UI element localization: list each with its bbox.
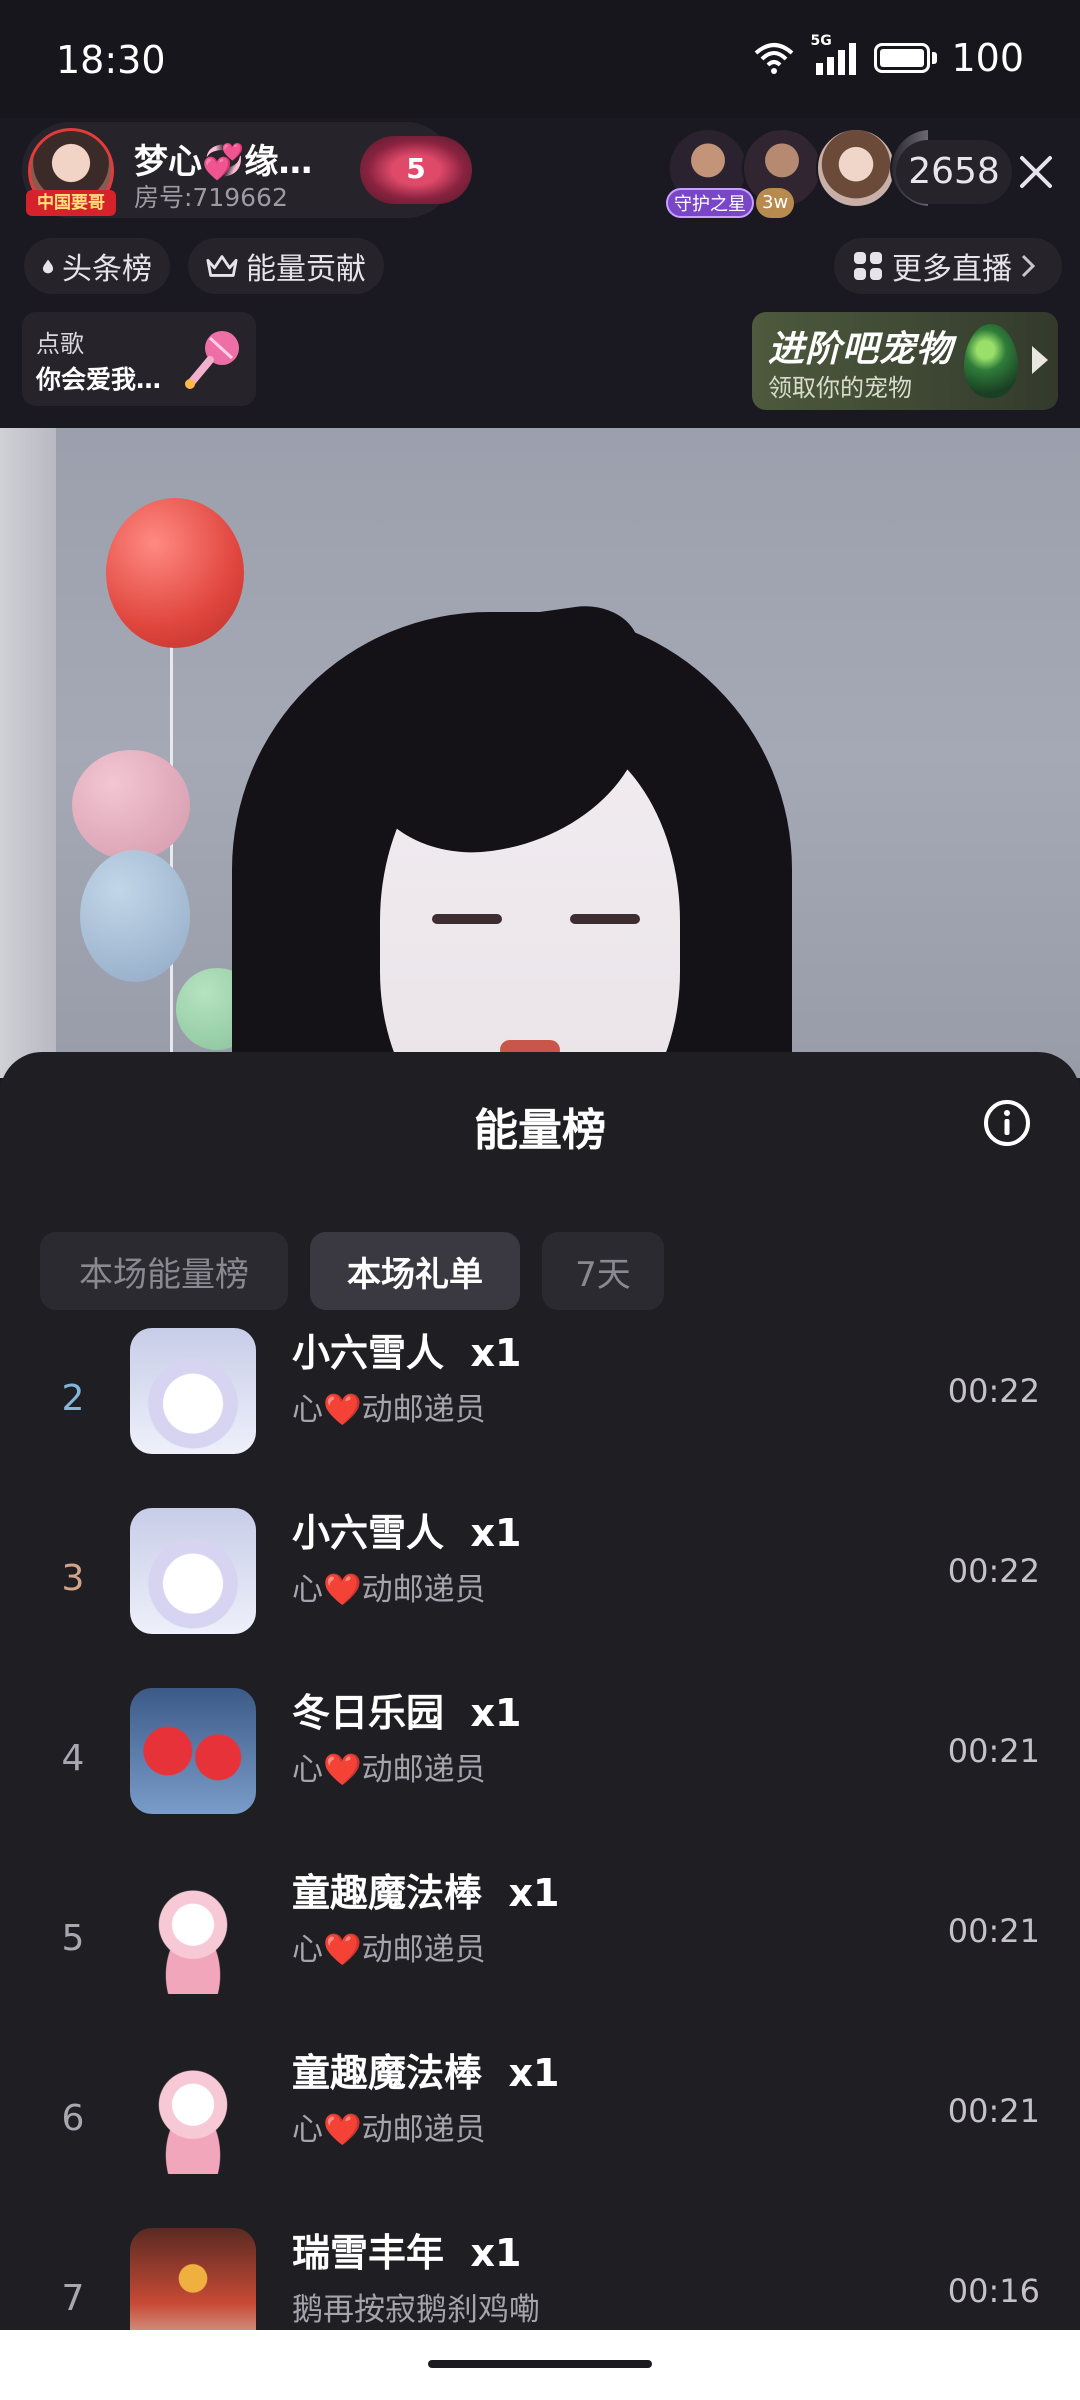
board-tabs: 本场能量榜 本场礼单 7天 bbox=[40, 1232, 664, 1310]
rank-number: 3 bbox=[61, 1558, 85, 1599]
rank-number: 6 bbox=[61, 2098, 85, 2139]
info-icon[interactable] bbox=[982, 1098, 1032, 1148]
battery-level: 100 bbox=[951, 36, 1024, 80]
signal-icon: 5G bbox=[810, 33, 860, 75]
balloon-image bbox=[106, 498, 244, 648]
gift-sender: 心❤️动邮递员 bbox=[292, 1752, 486, 1788]
gift-time: 00:16 bbox=[947, 2272, 1040, 2310]
list-item[interactable]: 4 冬日乐园 x1 心❤️动邮递员 00:21 bbox=[0, 1688, 1080, 1868]
gift-quantity: x1 bbox=[470, 1691, 522, 1735]
fan-level-badge[interactable]: 5 bbox=[360, 136, 472, 204]
gift-name: 瑞雪丰年 x1 bbox=[292, 2231, 522, 2275]
tab-session-energy[interactable]: 本场能量榜 bbox=[40, 1232, 288, 1310]
headline-board-label: 头条榜 bbox=[62, 252, 152, 287]
gift-quantity: x1 bbox=[508, 2051, 560, 2095]
grid-icon bbox=[854, 252, 882, 280]
list-item[interactable]: 5 童趣魔法棒 x1 心❤️动邮递员 00:21 bbox=[0, 1868, 1080, 2048]
status-bar: 18:30 5G 100 bbox=[0, 0, 1080, 118]
pet-promo-card[interactable]: 进阶吧宠物 领取你的宠物 bbox=[752, 312, 1058, 410]
sheet-title: 能量榜 bbox=[474, 1105, 606, 1156]
song-title: 你会爱我… bbox=[36, 365, 162, 394]
flame-icon bbox=[42, 259, 54, 274]
gift-sender: 鹅再按寂鹅刹鸡嘞 bbox=[292, 2292, 540, 2328]
gift-time: 00:22 bbox=[947, 1552, 1040, 1590]
fan-level: 5 bbox=[406, 152, 426, 185]
tab-7-days[interactable]: 7天 bbox=[542, 1232, 664, 1310]
balloon-image bbox=[72, 750, 190, 860]
energy-contribution-button[interactable]: 能量贡献 bbox=[188, 238, 384, 294]
gift-time: 00:21 bbox=[947, 2092, 1040, 2130]
guard-star-tag: 守护之星 bbox=[666, 188, 754, 218]
gift-sender: 心❤️动邮递员 bbox=[292, 1392, 486, 1428]
close-icon[interactable] bbox=[1006, 142, 1066, 202]
gift-quantity: x1 bbox=[470, 2231, 522, 2275]
viewer-avatar[interactable]: 守护之星 bbox=[666, 128, 754, 218]
gift-name: 童趣魔法棒 x1 bbox=[292, 2051, 560, 2095]
list-item[interactable]: 7 瑞雪丰年 x1 鹅再按寂鹅刹鸡嘞 00:16 bbox=[0, 2228, 1080, 2336]
gift-sender: 心❤️动邮递员 bbox=[292, 2112, 486, 2148]
gift-quantity: x1 bbox=[470, 1331, 522, 1375]
viewer-count[interactable]: 2658 bbox=[896, 140, 1012, 204]
crown-icon bbox=[206, 255, 238, 277]
gift-snowman-image bbox=[130, 1328, 256, 1454]
rank-number: 4 bbox=[61, 1738, 85, 1779]
gift-name: 小六雪人 x1 bbox=[292, 1511, 522, 1555]
gift-name: 童趣魔法棒 x1 bbox=[292, 1871, 560, 1915]
gift-sender: 心❤️动邮递员 bbox=[292, 1932, 486, 1968]
top-viewers: 守护之星 3w bbox=[666, 128, 930, 218]
energy-board-sheet: 能量榜 本场能量榜 本场礼单 7天 2 小六雪人 x1 心❤️动邮递员 00:2… bbox=[0, 1052, 1080, 2336]
more-live-button[interactable]: 更多直播 bbox=[834, 238, 1062, 294]
song-request-card[interactable]: 点歌 你会爱我… bbox=[22, 312, 256, 406]
tab-session-gifts[interactable]: 本场礼单 bbox=[310, 1232, 520, 1310]
rank-number: 7 bbox=[61, 2278, 85, 2319]
live-header: 中国要哥 梦心💞缘… 房号:719662 5 守护之星 3w 2658 头条榜 … bbox=[0, 118, 1080, 428]
tab-label: 7天 bbox=[575, 1254, 631, 1295]
gift-snow-harvest-image bbox=[130, 2228, 256, 2336]
battery-icon bbox=[874, 43, 931, 73]
gift-time: 00:21 bbox=[947, 1732, 1040, 1770]
live-video[interactable] bbox=[0, 428, 1080, 1078]
host-name: 梦心💞缘… bbox=[134, 142, 313, 182]
gift-sender: 心❤️动邮递员 bbox=[292, 1572, 486, 1608]
viewer-level-tag: 3w bbox=[756, 188, 795, 218]
viewer-avatar[interactable] bbox=[816, 128, 896, 208]
microphone-icon bbox=[185, 331, 239, 389]
gift-time: 00:21 bbox=[947, 1912, 1040, 1950]
gift-magic-wand-image bbox=[130, 2048, 256, 2174]
list-item[interactable]: 2 小六雪人 x1 心❤️动邮递员 00:22 bbox=[0, 1328, 1080, 1508]
home-gesture-handle[interactable] bbox=[428, 2360, 652, 2368]
list-item[interactable]: 6 童趣魔法棒 x1 心❤️动邮递员 00:21 bbox=[0, 2048, 1080, 2228]
status-icons: 5G 100 bbox=[752, 33, 1024, 80]
room-id: 房号:719662 bbox=[134, 183, 288, 212]
pet-promo-subtitle: 领取你的宠物 bbox=[768, 374, 912, 402]
gift-winter-park-image bbox=[130, 1688, 256, 1814]
pet-egg-icon bbox=[964, 324, 1018, 398]
list-item[interactable]: 3 小六雪人 x1 心❤️动邮递员 00:22 bbox=[0, 1508, 1080, 1688]
song-request-label: 点歌 bbox=[36, 330, 84, 358]
balloon-image bbox=[80, 850, 190, 982]
status-time: 18:30 bbox=[56, 38, 166, 82]
host-info[interactable]: 中国要哥 梦心💞缘… 房号:719662 5 bbox=[22, 122, 472, 218]
headline-board-button[interactable]: 头条榜 bbox=[24, 238, 170, 294]
energy-contribution-label: 能量贡献 bbox=[246, 252, 366, 287]
gift-snowman-image bbox=[130, 1508, 256, 1634]
more-live-label: 更多直播 bbox=[892, 252, 1012, 287]
wifi-icon bbox=[755, 43, 794, 74]
host-avatar-tag: 中国要哥 bbox=[26, 190, 116, 216]
gift-quantity: x1 bbox=[470, 1511, 522, 1555]
gift-name: 冬日乐园 x1 bbox=[292, 1691, 522, 1735]
play-arrow-icon bbox=[1032, 346, 1048, 374]
rank-number: 5 bbox=[61, 1918, 85, 1959]
tab-label: 本场礼单 bbox=[347, 1254, 483, 1295]
gift-magic-wand-image bbox=[130, 1868, 256, 1994]
viewer-avatar[interactable]: 3w bbox=[742, 128, 822, 218]
gift-time: 00:22 bbox=[947, 1372, 1040, 1410]
rank-number: 2 bbox=[61, 1378, 85, 1419]
pet-promo-title: 进阶吧宠物 bbox=[768, 329, 954, 370]
tab-label: 本场能量榜 bbox=[79, 1254, 249, 1295]
chevron-right-icon bbox=[1021, 254, 1036, 278]
gift-name: 小六雪人 x1 bbox=[292, 1331, 522, 1375]
gift-quantity: x1 bbox=[508, 1871, 560, 1915]
navigation-bar bbox=[0, 2330, 1080, 2400]
